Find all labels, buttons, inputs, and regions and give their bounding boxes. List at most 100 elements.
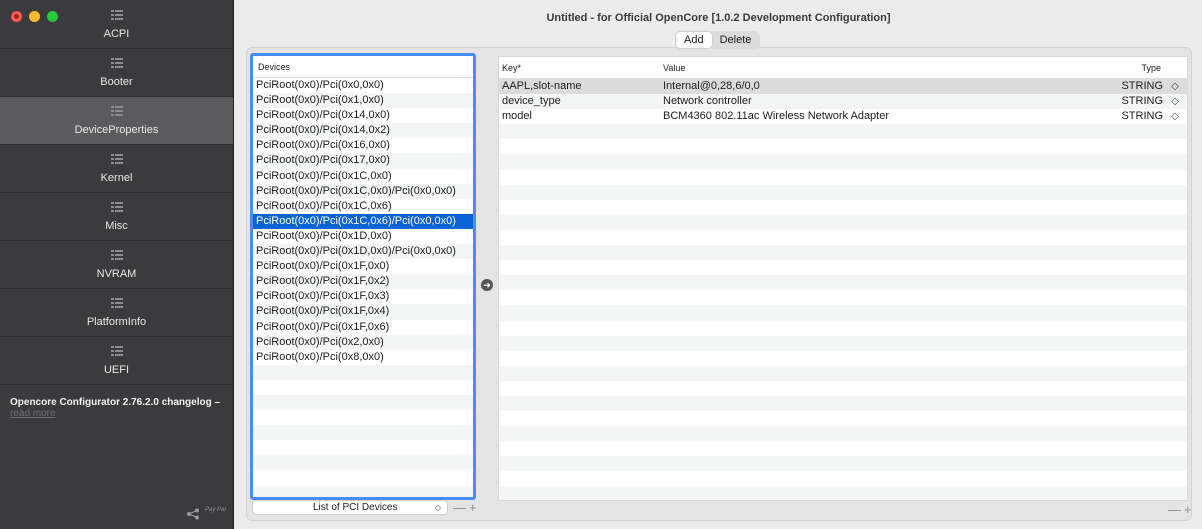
popup-chevron-icon: ◇ [434, 503, 441, 512]
arrow-right-icon[interactable]: ➜ [481, 279, 493, 291]
sidebar-item-booter[interactable]: Booter [0, 49, 233, 97]
property-value[interactable]: BCM4360 802.11ac Wireless Network Adapte… [663, 109, 889, 124]
empty-row [499, 214, 1187, 230]
empty-row [499, 486, 1187, 500]
device-row[interactable]: PciRoot(0x0)/Pci(0x1F,0x4) [253, 304, 473, 320]
type-chevron-icon[interactable]: ◇ [1171, 79, 1179, 94]
device-row[interactable]: PciRoot(0x0)/Pci(0x0,0x0) [253, 78, 473, 93]
sidebar-item-label: Misc [105, 220, 128, 232]
properties-table[interactable]: Key* Value Type AAPL,slot-name Internal@0… [498, 56, 1188, 501]
device-row[interactable]: PciRoot(0x0)/Pci(0x1C,0x0)/Pci(0x0,0x0) [253, 183, 473, 199]
property-value[interactable]: Network controller [663, 94, 752, 109]
sidebar-item-uefi[interactable]: UEFI [0, 337, 233, 385]
sidebar-item-label: UEFI [103, 364, 130, 376]
empty-row [253, 425, 473, 441]
sidebar-item-platforminfo[interactable]: PlatformInfo [0, 289, 233, 337]
empty-row [253, 455, 473, 471]
device-row[interactable]: PciRoot(0x0)/Pci(0x1C,0x6) [253, 199, 473, 214]
empty-row [499, 335, 1187, 351]
empty-row [499, 441, 1187, 456]
property-row[interactable]: AAPL,slot-name Internal@0,28,6/0,0 STRING ◇ [499, 79, 1187, 95]
property-key[interactable]: model [502, 109, 532, 124]
device-row[interactable]: PciRoot(0x0)/Pci(0x1D,0x0)/Pci(0x0,0x0) [253, 244, 473, 260]
list-icon [110, 106, 123, 116]
properties-add-remove-control[interactable]: —+ [1168, 502, 1195, 517]
empty-row [253, 470, 473, 485]
type-column-header[interactable]: Type [1141, 63, 1161, 73]
empty-row [253, 380, 473, 395]
properties-rows: AAPL,slot-name Internal@0,28,6/0,0 STRING ◇… [499, 79, 1187, 500]
device-source-popup[interactable]: List of PCI Devices ◇ [252, 500, 448, 515]
property-type[interactable]: STRING [1121, 79, 1163, 94]
empty-row [253, 410, 473, 425]
changelog-title: Opencore Configurator 2.76.2.0 changelog… [10, 397, 221, 408]
empty-row [499, 305, 1187, 321]
device-row[interactable]: PciRoot(0x0)/Pci(0x1F,0x3) [253, 289, 473, 304]
empty-row [499, 411, 1187, 426]
device-row[interactable]: PciRoot(0x0)/Pci(0x8,0x0) [253, 350, 473, 365]
devices-header: Devices [253, 56, 473, 78]
sidebar: ACPI Booter DeviceProperties Kernel Misc NVRA… [0, 0, 234, 529]
title-bar: Untitled - for Official OpenCore [1.0.2 … [235, 0, 1202, 28]
sidebar-item-nvram[interactable]: NVRAM [0, 241, 233, 289]
empty-row [499, 260, 1187, 275]
list-icon [110, 250, 123, 260]
empty-row [253, 394, 473, 411]
device-row[interactable]: PciRoot(0x0)/Pci(0x2,0x0) [253, 334, 473, 350]
paypal-logo[interactable]: Pay Pal [205, 507, 226, 514]
empty-row [499, 200, 1187, 215]
property-key[interactable]: device_type [502, 94, 561, 109]
empty-row [499, 139, 1187, 154]
list-icon [110, 58, 123, 68]
delete-button[interactable]: Delete [712, 32, 760, 48]
sidebar-item-label: Booter [100, 76, 133, 88]
empty-row [499, 184, 1187, 200]
empty-row [253, 440, 473, 455]
value-column-header[interactable]: Value [663, 63, 685, 73]
add-delete-segmented-control: Add Delete [675, 31, 761, 49]
empty-row [499, 230, 1187, 245]
device-row[interactable]: PciRoot(0x0)/Pci(0x14,0x2) [253, 123, 473, 139]
empty-row [499, 170, 1187, 185]
type-chevron-icon[interactable]: ◇ [1171, 109, 1179, 124]
list-icon [110, 202, 123, 212]
device-row[interactable]: PciRoot(0x0)/Pci(0x1F,0x6) [253, 320, 473, 335]
empty-row [499, 426, 1187, 442]
sidebar-item-label: DeviceProperties [74, 124, 159, 136]
empty-row [499, 351, 1187, 366]
changelog-notice: Opencore Configurator 2.76.2.0 changelog… [10, 397, 230, 419]
property-row[interactable]: model BCM4360 802.11ac Wireless Network A… [499, 109, 1187, 124]
device-row[interactable]: PciRoot(0x0)/Pci(0x16,0x0) [253, 138, 473, 153]
devices-list[interactable]: Devices PciRoot(0x0)/Pci(0x0,0x0) PciRoot… [250, 53, 476, 500]
key-column-header[interactable]: Key* [502, 63, 521, 73]
property-type[interactable]: STRING [1121, 109, 1163, 124]
device-row[interactable]: PciRoot(0x0)/Pci(0x1F,0x0) [253, 259, 473, 274]
add-button[interactable]: Add [676, 32, 712, 48]
property-type[interactable]: STRING [1121, 94, 1163, 109]
device-row[interactable]: PciRoot(0x0)/Pci(0x1D,0x0) [253, 229, 473, 244]
type-chevron-icon[interactable]: ◇ [1171, 94, 1179, 109]
devices-add-remove-control[interactable]: —+ [453, 500, 480, 515]
list-icon [110, 154, 123, 164]
property-row[interactable]: device_type Network controller STRING ◇ [499, 94, 1187, 110]
device-row[interactable]: PciRoot(0x0)/Pci(0x1F,0x2) [253, 274, 473, 290]
device-row[interactable]: PciRoot(0x0)/Pci(0x1C,0x0) [253, 169, 473, 184]
list-icon [110, 298, 123, 308]
empty-row [499, 395, 1187, 412]
sidebar-item-label: Kernel [100, 172, 133, 184]
property-key[interactable]: AAPL,slot-name [502, 79, 581, 94]
sidebar-item-kernel[interactable]: Kernel [0, 145, 233, 193]
device-row[interactable]: PciRoot(0x0)/Pci(0x17,0x0) [253, 153, 473, 169]
device-row[interactable]: PciRoot(0x0)/Pci(0x1C,0x6)/Pci(0x0,0x0) [253, 213, 473, 229]
property-value[interactable]: Internal@0,28,6/0,0 [663, 79, 760, 94]
sidebar-item-label: PlatformInfo [86, 316, 147, 328]
sidebar-item-deviceproperties[interactable]: DeviceProperties [0, 97, 233, 145]
empty-row [499, 154, 1187, 170]
device-row[interactable]: PciRoot(0x0)/Pci(0x14,0x0) [253, 108, 473, 123]
read-more-link[interactable]: read more [10, 408, 230, 419]
share-icon[interactable] [186, 508, 200, 520]
sidebar-item-acpi[interactable]: ACPI [0, 1, 233, 49]
empty-row [499, 471, 1187, 486]
sidebar-item-misc[interactable]: Misc [0, 193, 233, 241]
device-row[interactable]: PciRoot(0x0)/Pci(0x1,0x0) [253, 93, 473, 109]
